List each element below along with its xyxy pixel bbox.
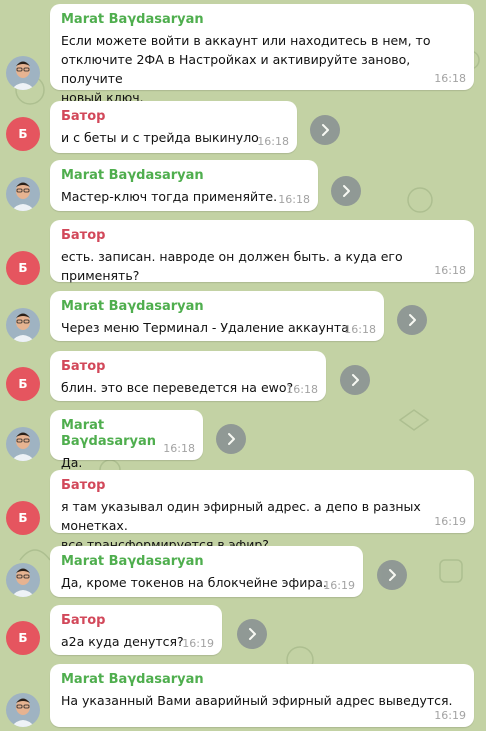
message-time: 16:18 <box>163 442 195 455</box>
person-photo-icon <box>6 693 40 727</box>
avatar[interactable] <box>6 308 40 342</box>
avatar[interactable]: Б <box>6 367 40 401</box>
message-text: Мастер-ключ тогда применяйте. <box>61 189 278 204</box>
person-photo-icon <box>6 177 40 211</box>
message-text: есть. записан. навроде он должен быть. а… <box>61 249 403 283</box>
person-photo-icon <box>6 308 40 342</box>
message-bubble[interactable]: Батор и с беты и с трейда выкинуло 16:18 <box>50 101 297 153</box>
forward-button[interactable] <box>237 619 267 649</box>
message-bubble[interactable]: Батор блин. это все переведется на ewo? … <box>50 351 326 401</box>
forward-button[interactable] <box>331 176 361 206</box>
message-bubble[interactable]: Батор я там указывал один эфирный адрес.… <box>50 470 474 552</box>
sender-name[interactable]: Marat Baγdasaryan <box>61 168 307 184</box>
forward-button[interactable] <box>340 365 370 395</box>
sender-name[interactable]: Marat Baγdasaryan <box>61 299 373 315</box>
message-text: На указанный Вами аварийный эфирный адре… <box>61 693 453 708</box>
message-time: 16:18 <box>278 193 310 206</box>
forward-button[interactable] <box>216 424 246 454</box>
avatar[interactable] <box>6 177 40 211</box>
chevron-right-icon <box>249 628 256 640</box>
forward-button[interactable] <box>397 305 427 335</box>
chevron-right-icon <box>343 185 350 197</box>
message-bubble[interactable]: Marat Baγdasaryan Мастер-ключ тогда прим… <box>50 160 318 211</box>
message-time: 16:19 <box>434 709 466 722</box>
avatar[interactable] <box>6 563 40 597</box>
sender-name[interactable]: Батор <box>61 109 286 125</box>
sender-name[interactable]: Батор <box>61 228 463 244</box>
sender-name[interactable]: Батор <box>61 478 463 494</box>
chevron-right-icon <box>409 314 416 326</box>
message-time: 16:19 <box>182 637 214 650</box>
message-time: 16:18 <box>434 72 466 85</box>
avatar[interactable] <box>6 56 40 90</box>
sender-name[interactable]: Marat Baγdasaryan <box>61 12 463 28</box>
chevron-right-icon <box>228 433 235 445</box>
message-bubble[interactable]: Батор а2а куда денутся? 16:19 <box>50 605 222 655</box>
avatar[interactable]: Б <box>6 251 40 285</box>
chevron-right-icon <box>352 374 359 386</box>
message-bubble[interactable]: Marat Baγdasaryan Да. 16:18 <box>50 410 203 470</box>
avatar[interactable] <box>6 427 40 461</box>
message-text: блин. это все переведется на ewo? <box>61 380 294 395</box>
message-bubble[interactable]: Батор есть. записан. навроде он должен б… <box>50 220 474 283</box>
message-bubble[interactable]: Marat Baγdasaryan На указанный Вами авар… <box>50 664 474 727</box>
sender-name[interactable]: Батор <box>61 359 315 375</box>
avatar[interactable]: Б <box>6 501 40 535</box>
message-time: 16:18 <box>286 383 318 396</box>
message-time: 16:19 <box>434 515 466 528</box>
person-photo-icon <box>6 56 40 90</box>
message-bubble[interactable]: Marat Baγdasaryan Да, кроме токенов на б… <box>50 546 363 597</box>
chevron-right-icon <box>389 569 396 581</box>
chat-history: Marat Baγdasaryan Если можете войти в ак… <box>0 0 486 731</box>
message-bubble[interactable]: Marat Baγdasaryan Если можете войти в ак… <box>50 4 474 105</box>
message-text: Если можете войти в аккаунт или находите… <box>61 33 431 105</box>
message-time: 16:18 <box>344 323 376 336</box>
message-time: 16:18 <box>434 264 466 277</box>
avatar[interactable]: Б <box>6 117 40 151</box>
person-photo-icon <box>6 427 40 461</box>
message-text: и с беты и с трейда выкинуло <box>61 130 259 145</box>
sender-name[interactable]: Marat Baγdasaryan <box>61 672 463 688</box>
message-time: 16:19 <box>323 579 355 592</box>
avatar[interactable]: Б <box>6 621 40 655</box>
sender-name[interactable]: Marat Baγdasaryan <box>61 554 352 570</box>
forward-button[interactable] <box>377 560 407 590</box>
sender-name[interactable]: Батор <box>61 613 211 629</box>
chevron-right-icon <box>322 124 329 136</box>
person-photo-icon <box>6 563 40 597</box>
forward-button[interactable] <box>310 115 340 145</box>
message-text: Через меню Терминал - Удаление аккаунта <box>61 320 349 335</box>
message-text: Да, кроме токенов на блокчейне эфира. <box>61 575 327 590</box>
message-time: 16:18 <box>257 135 289 148</box>
avatar[interactable] <box>6 693 40 727</box>
message-bubble[interactable]: Marat Baγdasaryan Через меню Терминал - … <box>50 291 384 341</box>
